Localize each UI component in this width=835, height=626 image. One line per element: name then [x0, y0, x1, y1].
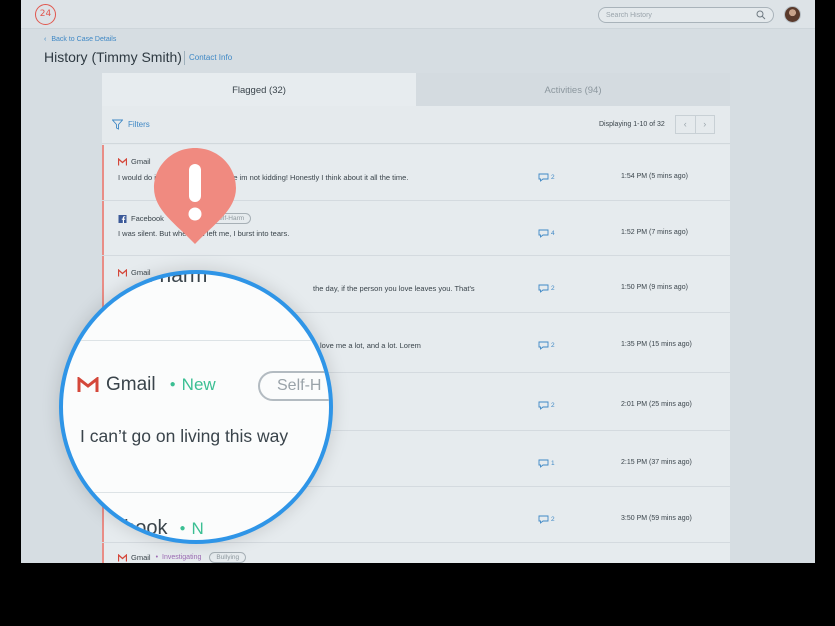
- top-bar: 24: [21, 0, 815, 29]
- magnified-source: Gmail New: [77, 374, 216, 396]
- next-page-button[interactable]: ›: [694, 116, 715, 133]
- row-time: 2:15 PM (37 mins ago): [621, 459, 692, 466]
- comment-icon: [538, 229, 549, 238]
- filters-label: Filters: [128, 120, 150, 129]
- row-tag: Bullying: [209, 552, 247, 563]
- gmail-icon: [118, 157, 127, 165]
- comment-count[interactable]: 2: [538, 341, 555, 350]
- row-message: the day, if the person you love leaves y…: [313, 284, 475, 293]
- pagination-info: Displaying 1-10 of 32: [599, 121, 665, 128]
- comment-icon: [538, 459, 549, 468]
- comment-icon: [538, 173, 549, 182]
- magnified-content: self harm Gmail New Self-H I can’t go on…: [63, 274, 329, 540]
- tab-bar: Flagged (32) Activities (94): [102, 73, 730, 106]
- comment-count-value: 2: [551, 342, 555, 349]
- alert-pin-icon: [154, 148, 236, 244]
- row-time: 3:50 PM (59 mins ago): [621, 515, 692, 522]
- row-source-label: Gmail: [131, 157, 151, 166]
- search-input[interactable]: [606, 10, 746, 21]
- comment-count-value: 2: [551, 402, 555, 409]
- row-message: love me a lot, and a lot. Lorem: [320, 341, 421, 350]
- app-logo[interactable]: 24: [35, 4, 56, 25]
- comment-count[interactable]: 1: [538, 459, 555, 468]
- app-window: 24 ‹Back to Case Details History (Timmy …: [21, 0, 815, 563]
- row-time: 1:50 PM (9 mins ago): [621, 284, 688, 291]
- row-source: Gmail: [118, 157, 151, 166]
- magnified-next-source-label: ebook: [113, 517, 168, 539]
- magnified-source-label: Gmail: [106, 374, 156, 395]
- magnified-message: I can’t go on living this way: [80, 426, 289, 446]
- divider: [63, 340, 329, 341]
- chevron-left-icon: ‹: [44, 36, 47, 43]
- back-link[interactable]: ‹ Back to Case Details: [44, 36, 116, 43]
- comment-count[interactable]: 2: [538, 401, 555, 410]
- comment-count[interactable]: 4: [538, 229, 555, 238]
- comment-icon: [538, 515, 549, 524]
- pagination: ‹ ›: [675, 115, 715, 134]
- row-time: 1:54 PM (5 mins ago): [621, 173, 688, 180]
- search-box[interactable]: [598, 7, 774, 23]
- magnifier-lens: self harm Gmail New Self-H I can’t go on…: [59, 270, 333, 544]
- prev-page-button[interactable]: ‹: [676, 116, 695, 133]
- comment-icon: [538, 284, 549, 293]
- magnified-tag: Self-H: [258, 371, 329, 401]
- page-title: History (Timmy Smith): [44, 49, 182, 65]
- filters-button[interactable]: Filters: [112, 119, 150, 130]
- row-time: 2:01 PM (25 mins ago): [621, 401, 692, 408]
- divider: [63, 492, 329, 493]
- comment-count[interactable]: 2: [538, 515, 555, 524]
- title-divider: [184, 51, 185, 65]
- avatar[interactable]: [784, 6, 801, 23]
- facebook-icon: [118, 214, 127, 223]
- comment-count-value: 2: [551, 285, 555, 292]
- magnified-next-source: ebook N: [113, 517, 204, 540]
- gmail-icon: [118, 553, 127, 561]
- comment-count[interactable]: 2: [538, 173, 555, 182]
- table-row[interactable]: Gmail Investigating Bullying: [102, 543, 730, 563]
- tab-activities[interactable]: Activities (94): [416, 73, 730, 106]
- status-badge: Investigating: [156, 554, 201, 561]
- comment-count-value: 2: [551, 516, 555, 523]
- list-toolbar: Filters Displaying 1-10 of 32 ‹ ›: [102, 106, 730, 144]
- row-time: 1:52 PM (7 mins ago): [621, 229, 688, 236]
- status-badge: N: [180, 519, 204, 539]
- comment-count-value: 1: [551, 460, 555, 467]
- contact-info-link[interactable]: Contact Info: [189, 53, 232, 62]
- comment-icon: [538, 401, 549, 410]
- row-source: Gmail Investigating Bullying: [118, 552, 247, 563]
- row-source-label: Gmail: [131, 553, 151, 562]
- screen: 24 ‹Back to Case Details History (Timmy …: [0, 0, 835, 626]
- filter-icon: [112, 119, 123, 130]
- gmail-icon: [77, 377, 99, 392]
- status-badge: New: [170, 375, 216, 395]
- comment-count[interactable]: 2: [538, 284, 555, 293]
- back-link-label: Back to Case Details: [51, 36, 117, 43]
- row-time: 1:35 PM (15 mins ago): [621, 341, 692, 348]
- tab-flagged[interactable]: Flagged (32): [102, 73, 416, 106]
- search-icon[interactable]: [756, 10, 766, 20]
- comment-count-value: 2: [551, 174, 555, 181]
- comment-icon: [538, 341, 549, 350]
- comment-count-value: 4: [551, 230, 555, 237]
